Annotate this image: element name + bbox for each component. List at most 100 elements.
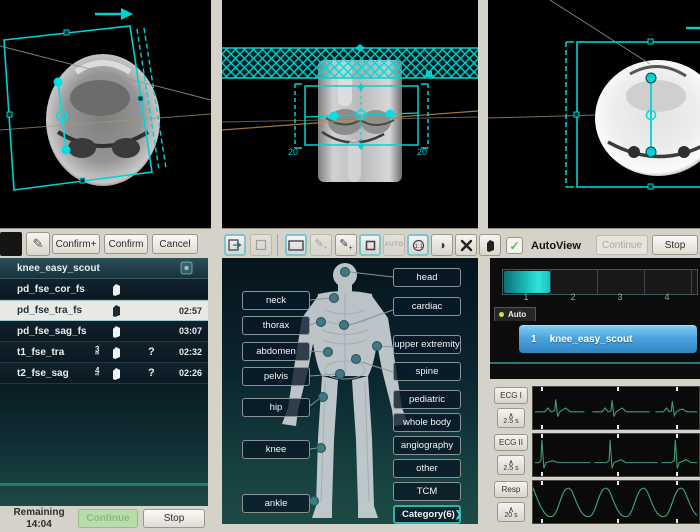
category-button[interactable]: Category(6) ❯ [393, 505, 461, 524]
confirm-plus-button[interactable]: Confirm+ [52, 234, 100, 254]
timeline-progress-fill [504, 271, 550, 293]
resp-graph [532, 480, 700, 524]
check-icon: ✓ [509, 240, 519, 252]
body-button-angiography[interactable]: angiography [393, 436, 461, 455]
ecg2-label-button[interactable]: ECG II [494, 434, 528, 451]
pencil-icon: ✎ [33, 236, 44, 252]
autoview-queue-panel: 1 knee_easy_scout [490, 321, 700, 379]
tools-button[interactable] [455, 234, 477, 256]
protocol-name: t2_fse_sag [17, 368, 69, 379]
body-button-tcm[interactable]: TCM [393, 482, 461, 501]
scan-duration: 02:57 [179, 306, 202, 316]
edit-pencil-button[interactable]: ✎ [26, 232, 50, 256]
scan-duration: 02:26 [179, 368, 202, 378]
waveform-strip-ecg2: ECG II ∧ 2.5 s [492, 433, 700, 477]
autoview-continue-button[interactable]: Continue [596, 235, 648, 255]
auto-queue-tab[interactable]: Auto [494, 307, 536, 321]
protocol-row[interactable]: pd_fse_cor_fs [0, 279, 208, 300]
copy-icon [111, 367, 122, 380]
docked-tool-slot [0, 232, 22, 256]
resp-scale-button[interactable]: ∧ 20 s [497, 502, 525, 522]
chevron-right-icon: ❯ [455, 509, 463, 520]
status-dot [499, 312, 504, 317]
remaining-value: 14:04 [4, 519, 74, 531]
page-button[interactable] [250, 234, 272, 256]
add-annotation-button[interactable]: ✎+ [335, 234, 357, 256]
ecg2-graph [532, 433, 700, 477]
timeline-divider [597, 270, 598, 294]
body-button-abdomen[interactable]: abdomen [242, 342, 310, 361]
brightness-contrast-icon: ◑ [438, 239, 445, 251]
small-square-icon [365, 240, 376, 251]
body-button-pediatric[interactable]: pediatric [393, 390, 461, 409]
body-button-upper-extremity[interactable]: upper extremity [393, 335, 461, 354]
resp-label-button[interactable]: Resp [494, 481, 528, 498]
waveform-strip-ecg1: ECG I ∧ 2.5 s [492, 386, 700, 430]
body-button-pelvis[interactable]: pelvis [242, 367, 310, 386]
link-count-badge: 4∞ [95, 368, 99, 378]
autoview-checkbox[interactable]: ✓ [506, 237, 523, 254]
body-button-whole-body[interactable]: whole body [393, 413, 461, 432]
protocol-row[interactable]: t1_fse_tra 3∞ ? 02:32 [0, 342, 208, 363]
add-annotation-button-disabled[interactable]: ✎+ [310, 234, 332, 256]
scan-duration: 03:07 [179, 326, 202, 336]
viewport-axial-right[interactable] [488, 0, 700, 229]
autoview-stop-button[interactable]: Stop [652, 235, 698, 255]
auto-position-button[interactable]: AUTO [383, 234, 405, 256]
body-button-knee[interactable]: knee [242, 440, 310, 459]
pencil-plus-icon: ✎+ [339, 237, 352, 252]
protocol-row-scout[interactable]: knee_easy_scout [0, 258, 208, 279]
load-to-viewer-button[interactable] [224, 234, 246, 256]
remaining-time-block: Remaining 14:04 [4, 507, 74, 531]
timeline-divider [550, 270, 551, 294]
body-button-hip[interactable]: hip [242, 398, 310, 417]
small-fov-tool-button[interactable] [359, 234, 381, 256]
scan-duration: 02:32 [179, 347, 202, 357]
viewport-axial-left[interactable] [0, 0, 211, 229]
pencil-plus-icon: ✎+ [314, 237, 327, 252]
ecg2-scale-button[interactable]: ∧ 2.5 s [497, 455, 525, 475]
timeline-tick: 4 [657, 292, 677, 302]
viewport-coronal-middle[interactable]: 20 20 [222, 0, 478, 229]
zoom-100-button[interactable]: 1:1 [407, 234, 429, 256]
body-button-head[interactable]: head [393, 268, 461, 287]
body-button-other[interactable]: other [393, 459, 461, 478]
scale-value: 2.5 s [503, 419, 518, 425]
fov-rectangle-tool-button[interactable] [285, 234, 307, 256]
auto-label: AUTO [385, 242, 404, 248]
copy-icon [111, 283, 122, 296]
scale-value: 20 s [504, 513, 517, 519]
body-button-neck[interactable]: neck [242, 291, 310, 310]
continue-scan-button[interactable]: Continue [78, 509, 138, 528]
protocol-row[interactable]: t2_fse_sag 4∞ ? 02:26 [0, 363, 208, 384]
confirm-button[interactable]: Confirm [104, 234, 148, 254]
stop-scan-button[interactable]: Stop [143, 509, 205, 528]
queue-item-index: 1 [531, 334, 537, 345]
queue-separator-line [490, 362, 700, 364]
body-button-ankle[interactable]: ankle [242, 494, 310, 513]
list-separator-line [0, 483, 208, 486]
body-button-cardiac[interactable]: cardiac [393, 297, 461, 316]
timeline-divider [644, 270, 645, 294]
ecg1-scale-button[interactable]: ∧ 2.5 s [497, 408, 525, 428]
body-button-spine[interactable]: spine [393, 362, 461, 381]
queue-item-name: knee_easy_scout [550, 334, 633, 345]
question-mark-icon: ? [148, 367, 155, 379]
grab-button[interactable] [479, 234, 501, 256]
waveform-strip-resp: Resp ∧ 20 s [492, 480, 700, 524]
window-contrast-button[interactable]: ◑ [431, 234, 453, 256]
queue-item-knee-easy-scout[interactable]: 1 knee_easy_scout [519, 325, 697, 353]
ecg1-label-button[interactable]: ECG I [494, 387, 528, 404]
toolbar-divider [277, 234, 278, 256]
coronal-knee-image: 20 20 [222, 0, 478, 228]
ecg1-graph [532, 386, 700, 430]
autoview-label: AutoView [531, 240, 581, 252]
body-button-thorax[interactable]: thorax [242, 316, 310, 335]
cancel-button[interactable]: Cancel [152, 234, 198, 254]
protocol-list-empty-area [0, 384, 208, 506]
protocol-row[interactable]: pd_fse_sag_fs 03:07 [0, 321, 208, 342]
protocol-name: pd_fse_tra_fs [17, 305, 82, 316]
copy-icon [111, 325, 122, 338]
zoom-ratio-icon: 1:1 [411, 239, 426, 252]
protocol-row-selected[interactable]: pd_fse_tra_fs 02:57 [0, 300, 208, 321]
